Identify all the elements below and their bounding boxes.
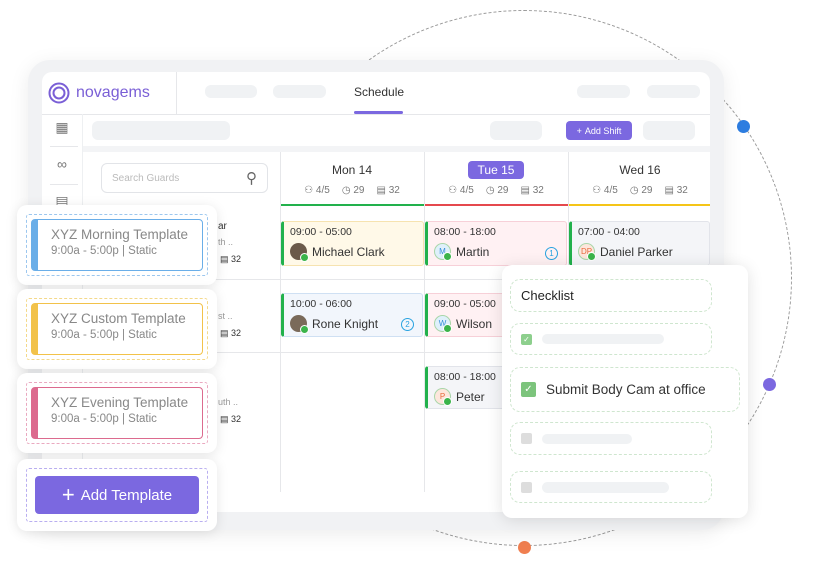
toolbar-placeholder: [92, 121, 230, 140]
search-icon: ⚲: [246, 170, 257, 187]
template-card-evening[interactable]: XYZ Evening Template 9:00a - 5:00p | Stat…: [17, 373, 217, 453]
add-shift-button[interactable]: + Add Shift: [566, 121, 632, 140]
guard-subtitle: st ..: [218, 311, 233, 321]
avatar: M: [434, 243, 452, 261]
divider: [42, 114, 710, 115]
avatar: W: [434, 315, 452, 333]
user-icon: ⚇: [592, 185, 602, 196]
toolbar-placeholder[interactable]: [490, 121, 542, 140]
checklist-title: Checklist: [510, 279, 712, 312]
calendar-icon: ▤: [376, 185, 386, 196]
day-header-mon[interactable]: Mon 14 ⚇ 4/5 ◷ 29 ▤ 32: [280, 163, 424, 196]
guard-name: ar: [218, 221, 227, 232]
calendar-icon: ▤: [664, 185, 674, 196]
checkbox-icon[interactable]: [521, 481, 532, 493]
template-card-morning[interactable]: XYZ Morning Template 9:00a - 5:00p | Stat…: [17, 205, 217, 285]
user-icon: ⚇: [304, 185, 314, 196]
day-status-bar: [569, 204, 710, 206]
notification-badge[interactable]: 2: [401, 318, 414, 331]
guard-shift-count: ▤ 32: [220, 414, 242, 424]
notification-badge[interactable]: 1: [545, 247, 558, 260]
dashboard-icon[interactable]: ▦: [42, 119, 82, 136]
logo-icon: [48, 82, 70, 104]
user-icon: ⚇: [448, 185, 458, 196]
clock-icon: ◷: [485, 185, 495, 196]
calendar-icon: ▤: [220, 254, 229, 264]
checklist-item[interactable]: [510, 422, 712, 455]
guard-shift-count: ▤ 32: [220, 254, 242, 264]
clock-icon: ◷: [341, 185, 351, 196]
calendar-icon: ▤: [220, 328, 229, 338]
active-tab-indicator: [354, 111, 403, 114]
day-header-tue[interactable]: Tue 15 ⚇ 4/5 ◷ 29 ▤ 32: [424, 161, 568, 196]
brand-name: novagems: [76, 84, 150, 101]
add-template-button[interactable]: + Add Template: [35, 476, 199, 514]
shift-card[interactable]: 08:00 - 18:00 M Martin 1: [425, 221, 567, 266]
divider: [176, 72, 177, 114]
divider: [50, 184, 78, 185]
checkbox-icon[interactable]: [521, 433, 532, 444]
day-status-bar: [281, 204, 424, 206]
avatar: DP: [578, 243, 596, 261]
add-template-card: + Add Template: [17, 459, 217, 531]
toolbar-placeholder[interactable]: [643, 121, 695, 140]
logo: novagems: [48, 82, 150, 104]
orbit-dot-blue: [737, 120, 750, 133]
plus-icon: +: [61, 482, 75, 507]
search-guards-input[interactable]: Search Guards ⚲: [101, 163, 268, 193]
guard-subtitle: uth ..: [218, 397, 239, 407]
checklist-item[interactable]: ✓ Submit Body Cam at office: [510, 367, 740, 412]
tab-schedule[interactable]: Schedule: [354, 85, 404, 99]
guard-subtitle: th ..: [218, 237, 234, 247]
staff-count: ⚇ 4/5: [304, 185, 330, 196]
divider: [50, 146, 78, 147]
guard-shift-count: ▤ 32: [220, 328, 242, 338]
avatar: [290, 315, 309, 334]
day-header-wed[interactable]: Wed 16 ⚇ 4/5 ◷ 29 ▤ 32: [568, 163, 712, 196]
shift-card[interactable]: 10:00 - 06:00 Rone Knight 2: [281, 293, 423, 337]
orbit-dot-purple: [763, 378, 776, 391]
checklist-item[interactable]: [510, 471, 712, 503]
nav-placeholder[interactable]: [647, 85, 700, 98]
template-card-custom[interactable]: XYZ Custom Template 9:00a - 5:00p | Stati…: [17, 289, 217, 369]
shift-card[interactable]: 09:00 - 05:00 Michael Clark: [281, 221, 424, 266]
binoculars-icon[interactable]: ∞: [42, 156, 82, 172]
checklist-panel: Checklist ✓ ✓ Submit Body Cam at office: [502, 265, 748, 518]
avatar: [290, 243, 309, 262]
nav-placeholder[interactable]: [577, 85, 630, 98]
avatar: P: [434, 388, 452, 406]
shift-card[interactable]: 07:00 - 04:00 DP Daniel Parker: [569, 221, 710, 266]
nav-tab-placeholder[interactable]: [273, 85, 326, 98]
nav-tab-placeholder[interactable]: [205, 85, 257, 98]
checklist-item[interactable]: ✓: [510, 323, 712, 355]
divider: [83, 146, 710, 152]
clock-icon: ◷: [629, 185, 639, 196]
orbit-dot-orange: [518, 541, 531, 554]
calendar-icon: ▤: [520, 185, 530, 196]
checkbox-checked-icon[interactable]: ✓: [521, 382, 536, 397]
day-status-bar: [425, 204, 568, 206]
plus-icon: +: [576, 125, 582, 136]
checkbox-checked-icon[interactable]: ✓: [521, 333, 532, 345]
calendar-icon: ▤: [220, 414, 229, 424]
